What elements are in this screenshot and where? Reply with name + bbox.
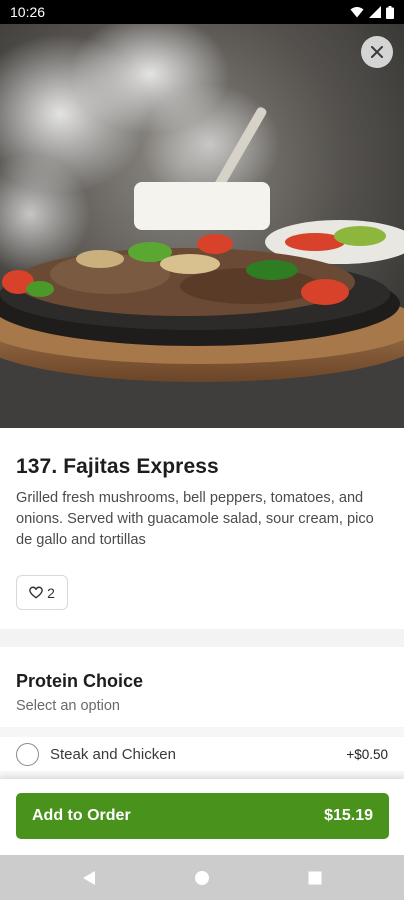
order-bar: Add to Order $15.19 <box>0 779 404 855</box>
fajitas-photo <box>0 24 404 428</box>
item-description: Grilled fresh mushrooms, bell peppers, t… <box>16 490 374 548</box>
home-button[interactable] <box>192 868 212 888</box>
home-icon <box>195 870 209 885</box>
close-button[interactable] <box>361 36 393 68</box>
status-time: 10:26 <box>10 4 46 20</box>
like-count: 2 <box>47 584 55 601</box>
option-steak-and-chicken[interactable]: Steak and Chicken +$0.50 <box>0 737 404 771</box>
option-price: +$0.50 <box>346 746 388 762</box>
hero-image <box>0 24 404 428</box>
status-bar: 10:26 <box>0 0 404 24</box>
status-icons <box>350 5 394 19</box>
add-to-order-label: Add to Order <box>32 807 131 824</box>
battery-icon <box>386 5 394 19</box>
option-label: Steak and Chicken <box>50 745 176 763</box>
wifi-icon <box>350 7 364 18</box>
item-info: 137. Fajitas Express Grilled fresh mushr… <box>0 428 404 610</box>
signal-icon <box>369 6 381 18</box>
recents-button[interactable] <box>305 868 325 888</box>
add-to-order-button[interactable]: Add to Order $15.19 <box>16 793 389 839</box>
order-total: $15.19 <box>324 807 373 824</box>
protein-section: Protein Choice Select an option <box>0 647 404 727</box>
section-divider <box>0 629 404 647</box>
back-icon <box>83 870 95 885</box>
radio-button[interactable] <box>16 742 39 766</box>
back-button[interactable] <box>79 868 99 888</box>
recents-icon <box>308 871 322 884</box>
protein-title: Protein Choice <box>16 671 144 691</box>
item-title: 137. Fajitas Express <box>16 455 219 478</box>
close-icon <box>371 46 383 58</box>
options-list: Steak and Chicken +$0.50 <box>0 727 404 779</box>
like-button[interactable]: 2 <box>16 575 68 610</box>
navigation-bar <box>0 855 404 900</box>
heart-icon <box>29 586 43 599</box>
protein-subtitle: Select an option <box>16 698 120 714</box>
